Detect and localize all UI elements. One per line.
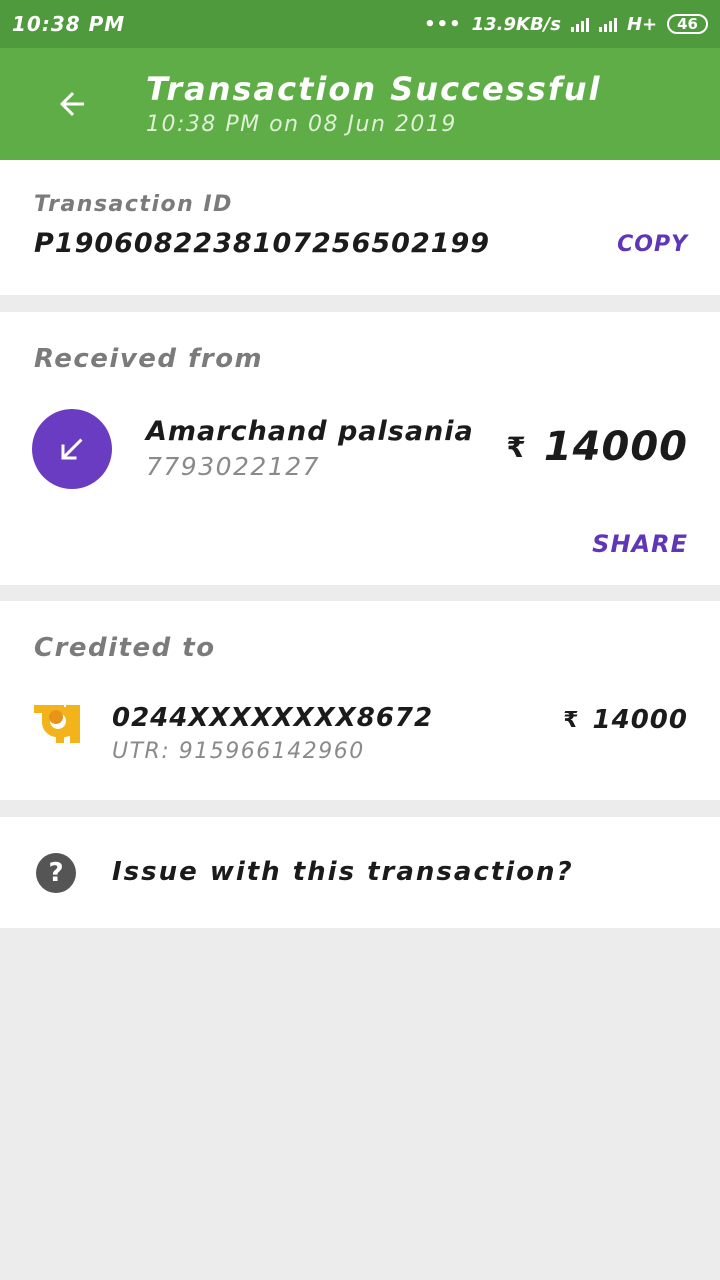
network-speed: 13.9KB/s: [471, 13, 561, 35]
share-button[interactable]: SHARE: [592, 530, 688, 558]
status-bar: 10:38 PM ••• 13.9KB/s H+ 46: [0, 0, 720, 48]
notification-dots: •••: [424, 13, 462, 35]
account-number: 0244XXXXXXXX8672: [112, 703, 434, 733]
page-subtitle: 10:38 PM on 08 Jun 2019: [146, 112, 457, 137]
utr-number: UTR: 915966142960: [112, 739, 365, 764]
received-from-card: Received from Amarchand palsania 7793022…: [0, 312, 720, 585]
avatar: [32, 409, 112, 489]
signal-icon: [598, 16, 617, 32]
bank-logo-icon: [34, 705, 80, 743]
issue-row[interactable]: ? Issue with this transaction?: [0, 817, 720, 928]
copy-button[interactable]: COPY: [617, 232, 688, 257]
credited-amount: ₹ 14000: [563, 705, 688, 735]
app-bar: Transaction Successful 10:38 PM on 08 Ju…: [0, 48, 720, 160]
credited-to-card: Credited to 0244XXXXXXXX8672 UTR: 915966…: [0, 601, 720, 800]
amount-value: 14000: [592, 705, 688, 735]
payer-phone: 7793022127: [146, 452, 321, 481]
payer-name: Amarchand palsania: [146, 416, 474, 447]
amount-value: 14000: [543, 424, 688, 470]
battery-icon: 46: [667, 14, 708, 34]
signal-icon: [570, 16, 589, 32]
received-from-label: Received from: [34, 344, 264, 374]
page-title: Transaction Successful: [146, 70, 602, 108]
received-amount: ₹ 14000: [506, 424, 688, 470]
back-button[interactable]: [50, 82, 94, 126]
status-icons: ••• 13.9KB/s H+ 46: [424, 14, 708, 35]
network-type: H+: [626, 13, 658, 35]
transaction-id-card: Transaction ID P1906082238107256502199 C…: [0, 160, 720, 295]
arrow-down-left-icon: [61, 438, 83, 460]
arrow-left-icon: [60, 92, 84, 116]
status-time: 10:38 PM: [12, 12, 126, 36]
issue-text: Issue with this transaction?: [112, 857, 574, 887]
transaction-id-value: P1906082238107256502199: [34, 228, 491, 259]
rupee-icon: ₹: [506, 430, 526, 464]
credited-to-label: Credited to: [34, 633, 216, 663]
transaction-id-label: Transaction ID: [34, 192, 233, 217]
rupee-icon: ₹: [563, 707, 579, 733]
help-icon: ?: [36, 853, 76, 893]
